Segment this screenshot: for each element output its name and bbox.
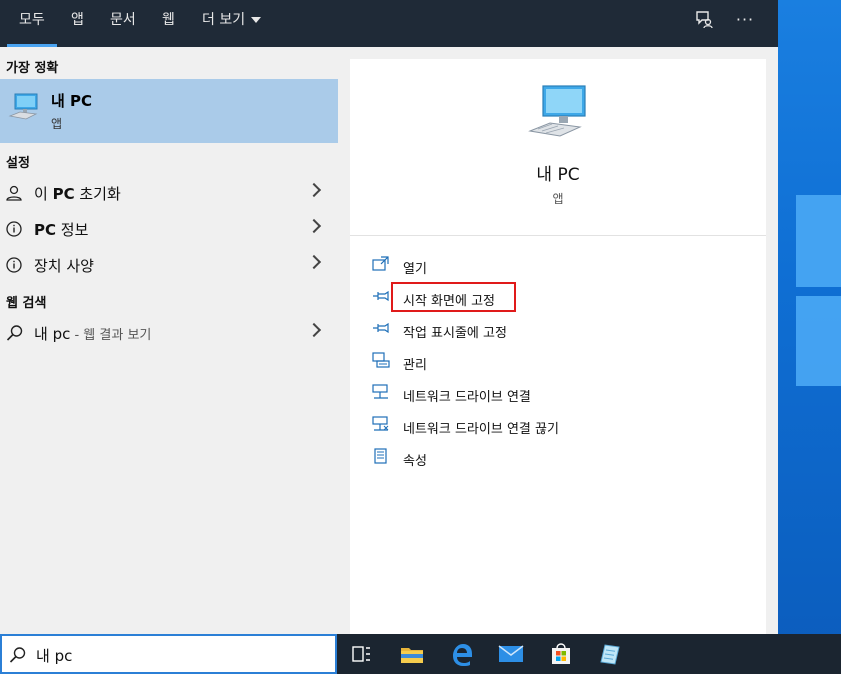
divider <box>350 235 766 236</box>
taskbar-search-box[interactable] <box>0 634 337 674</box>
desktop-background <box>778 0 841 674</box>
pin-icon <box>372 288 390 304</box>
notepad-icon[interactable] <box>595 640 623 668</box>
action-pin-to-taskbar[interactable]: 작업 표시줄에 고정 <box>372 316 752 344</box>
chevron-right-icon <box>306 254 322 270</box>
open-icon <box>372 256 390 272</box>
search-icon <box>9 646 27 668</box>
tab-more[interactable]: 더 보기 <box>202 0 262 47</box>
best-match-title: 내 PC <box>51 92 93 110</box>
settings-result-device-specs[interactable]: 장치 사양 <box>0 248 338 282</box>
action-properties[interactable]: 속성 <box>372 444 752 472</box>
pin-icon <box>372 320 390 336</box>
chevron-right-icon <box>306 322 322 338</box>
settings-result-pc-info[interactable]: PC 정보 <box>0 212 338 246</box>
reset-icon <box>6 184 24 202</box>
network-drive-icon <box>372 384 390 400</box>
search-filter-bar: 모두 앱 문서 웹 더 보기 ··· <box>0 0 778 47</box>
manage-icon <box>372 352 390 368</box>
action-map-network-drive[interactable]: 네트워크 드라이브 연결 <box>372 380 752 408</box>
computer-icon <box>528 83 588 143</box>
settings-result-reset-pc[interactable]: 이 PC 초기화 <box>0 176 338 210</box>
info-icon <box>6 256 24 274</box>
action-manage[interactable]: 관리 <box>372 348 752 376</box>
file-explorer-icon[interactable] <box>398 640 426 668</box>
search-input[interactable] <box>34 642 328 668</box>
info-icon <box>6 220 24 238</box>
section-best-match: 가장 정확 <box>6 61 59 76</box>
tab-web[interactable]: 웹 <box>162 0 175 47</box>
tab-apps[interactable]: 앱 <box>71 0 84 47</box>
best-match-subtitle: 앱 <box>51 117 63 131</box>
chevron-down-icon <box>251 17 262 23</box>
more-options-icon[interactable]: ··· <box>734 9 756 31</box>
store-icon[interactable] <box>547 640 575 668</box>
action-open[interactable]: 열기 <box>372 252 752 280</box>
feedback-icon[interactable] <box>693 9 715 31</box>
task-view-icon[interactable] <box>347 640 375 668</box>
preview-pane: 내 PC 앱 열기 시작 화면에 고정 작업 표시줄에 고정 관리 네트워크 드… <box>350 59 766 634</box>
results-list: 가장 정확 내 PC 앱 설정 이 PC 초기화 PC 정보 장치 사양 웹 검… <box>0 47 338 634</box>
section-settings: 설정 <box>6 156 30 171</box>
highlight-box <box>391 282 516 312</box>
preview-subtitle: 앱 <box>552 192 564 206</box>
desktop-window-pane <box>796 296 841 386</box>
search-icon <box>6 324 24 342</box>
computer-icon <box>8 91 40 127</box>
start-search-panel: 모두 앱 문서 웹 더 보기 ··· 가장 정확 내 PC 앱 설정 이 PC … <box>0 0 778 634</box>
tab-all[interactable]: 모두 <box>7 0 57 47</box>
edge-icon[interactable] <box>448 640 476 668</box>
action-disconnect-network-drive[interactable]: 네트워크 드라이브 연결 끊기 <box>372 412 752 440</box>
tab-documents[interactable]: 문서 <box>110 0 136 47</box>
desktop-window-pane <box>796 195 841 287</box>
mail-icon[interactable] <box>497 640 525 668</box>
properties-icon <box>372 448 390 464</box>
best-match-result[interactable]: 내 PC 앱 <box>0 79 338 143</box>
preview-title: 내 PC <box>536 165 580 185</box>
chevron-right-icon <box>306 182 322 198</box>
network-drive-icon <box>372 416 390 432</box>
web-search-result[interactable]: 내 pc - 웹 결과 보기 <box>0 316 338 350</box>
section-web-search: 웹 검색 <box>6 296 47 311</box>
chevron-right-icon <box>306 218 322 234</box>
